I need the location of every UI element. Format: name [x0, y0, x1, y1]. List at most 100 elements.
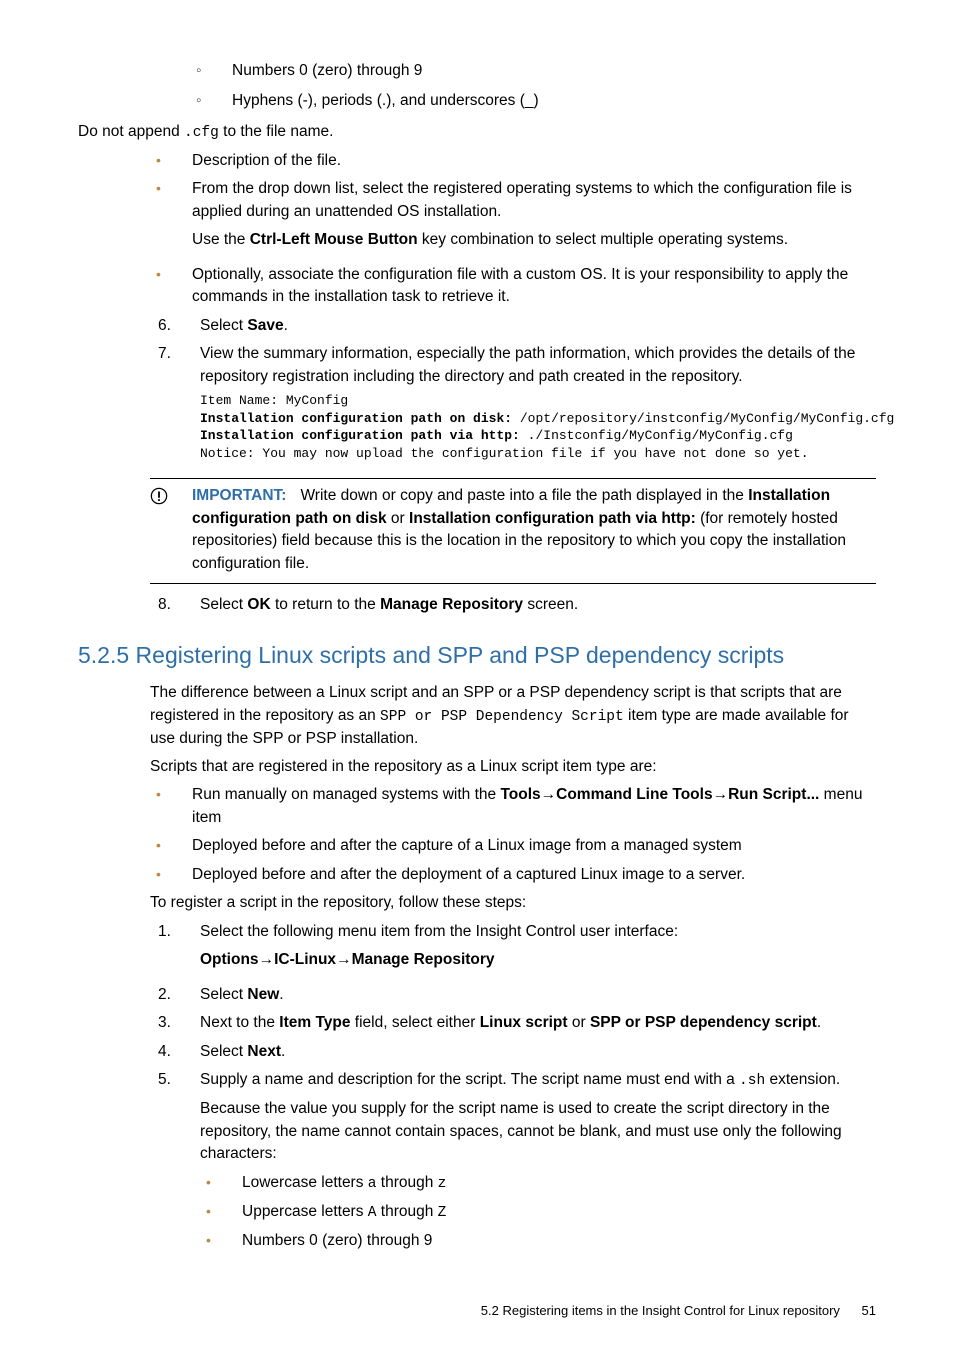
step-8: 8. Select OK to return to the Manage Rep… [150, 594, 876, 616]
ui-label: OK [247, 596, 270, 613]
arrow-icon: → [713, 786, 729, 803]
text: Select [200, 986, 247, 1003]
step-5: 5. Supply a name and description for the… [150, 1069, 876, 1258]
text: Select [200, 1043, 247, 1060]
list-item: Deployed before and after the capture of… [150, 835, 876, 857]
ui-label: Installation configuration path via http… [409, 510, 696, 527]
paragraph: The difference between a Linux script an… [150, 682, 876, 750]
text: Select [200, 317, 247, 334]
text: Optionally, associate the configuration … [192, 264, 876, 309]
important-body: IMPORTANT: Write down or copy and paste i… [192, 485, 876, 575]
script-types-list: Run manually on managed systems with the… [150, 784, 876, 886]
text: through [376, 1174, 437, 1191]
menu-path: Options→IC-Linux→Manage Repository [200, 949, 876, 971]
text: Deployed before and after the capture of… [192, 835, 876, 857]
code-inline: z [438, 1176, 447, 1192]
register-steps: 1. Select the following menu item from t… [150, 921, 876, 1258]
ui-label: Next [247, 1043, 281, 1060]
step-body: Next to the Item Type field, select eith… [200, 1012, 876, 1034]
arrow-icon: → [541, 786, 557, 803]
page-footer: 5.2 Registering items in the Insight Con… [78, 1302, 876, 1321]
ui-label: Item Type [279, 1014, 350, 1031]
text: Next to the [200, 1014, 279, 1031]
ui-label: Linux script [480, 1014, 568, 1031]
list-item: Deployed before and after the deployment… [150, 864, 876, 886]
steps-cont: 6. Select Save. 7. View the summary info… [150, 315, 876, 473]
code-inline: SPP or PSP Dependency Script [380, 709, 624, 725]
text: to return to the [271, 596, 380, 613]
text: key combination to select multiple opera… [418, 231, 788, 248]
text: Select the following menu item from the … [200, 923, 678, 940]
text: Deployed before and after the deployment… [192, 864, 876, 886]
page-number: 51 [862, 1303, 876, 1318]
list-item: Hyphens (-), periods (.), and underscore… [190, 90, 876, 112]
section-title: Registering Linux scripts and SPP and PS… [129, 642, 784, 668]
step-body: Select New. [200, 984, 876, 1006]
step-number: 4. [150, 1041, 200, 1063]
step-body: Select Next. [200, 1041, 876, 1063]
step-body: Supply a name and description for the sc… [200, 1069, 876, 1258]
text: . [281, 1043, 285, 1060]
section-number: 5.2.5 [78, 642, 129, 668]
text: Run manually on managed systems with the [192, 786, 500, 803]
step-2: 2. Select New. [150, 984, 876, 1006]
ui-label: Manage Repository [352, 951, 495, 968]
step-body: Select the following menu item from the … [200, 921, 876, 978]
text: Use the Ctrl-Left Mouse Button key combi… [192, 229, 876, 251]
list-item: Numbers 0 (zero) through 9 [190, 60, 876, 82]
step-1: 1. Select the following menu item from t… [150, 921, 876, 978]
steps-cont2: 8. Select OK to return to the Manage Rep… [150, 594, 876, 616]
sublist-chars: Numbers 0 (zero) through 9 Hyphens (-), … [190, 60, 876, 113]
important-label: IMPORTANT: [192, 487, 286, 504]
list-item: Uppercase letters A through Z [200, 1201, 876, 1224]
step-4: 4. Select Next. [150, 1041, 876, 1063]
code-inline: .sh [739, 1073, 765, 1089]
list-item: Run manually on managed systems with the… [150, 784, 876, 829]
paragraph: Because the value you supply for the scr… [200, 1098, 876, 1165]
text: through [376, 1203, 437, 1220]
text: Write down or copy and paste into a file… [300, 487, 748, 504]
text: or [568, 1014, 590, 1031]
paragraph: To register a script in the repository, … [150, 892, 876, 914]
step-number: 5. [150, 1069, 200, 1258]
step-number: 2. [150, 984, 200, 1006]
step-number: 3. [150, 1012, 200, 1034]
code-inline: .cfg [184, 125, 219, 141]
ui-label: Run Script... [728, 786, 819, 803]
text: Uppercase letters [242, 1203, 368, 1220]
text: to the file name. [219, 123, 334, 140]
text: Use the [192, 231, 250, 248]
list-item: Description of the file. [150, 150, 876, 172]
ui-label: Save [247, 317, 283, 334]
code-inline: Z [438, 1205, 447, 1221]
key-combo: Ctrl-Left Mouse Button [250, 231, 418, 248]
footer-text: 5.2 Registering items in the Insight Con… [481, 1303, 840, 1318]
step-body: Select OK to return to the Manage Reposi… [200, 594, 876, 616]
step-number: 6. [150, 315, 200, 337]
text: screen. [523, 596, 578, 613]
text: From the drop down list, select the regi… [192, 180, 852, 219]
step-body: Select Save. [200, 315, 876, 337]
important-note: IMPORTANT: Write down or copy and paste i… [150, 478, 876, 584]
text: Numbers 0 (zero) through 9 [242, 1230, 876, 1252]
step-7: 7. View the summary information, especia… [150, 343, 876, 472]
text: . [279, 986, 283, 1003]
text: Description of the file. [192, 150, 876, 172]
text: or [387, 510, 409, 527]
ui-label: SPP or PSP dependency script [590, 1014, 817, 1031]
step-3: 3. Next to the Item Type field, select e… [150, 1012, 876, 1034]
step-number: 8. [150, 594, 200, 616]
text: Hyphens (-), periods (.), and underscore… [232, 90, 876, 112]
ui-label: Manage Repository [380, 596, 523, 613]
code-block: Item Name: MyConfig Installation configu… [200, 392, 894, 462]
text: View the summary information, especially… [200, 345, 855, 384]
text: extension. [765, 1071, 840, 1088]
ui-label: New [247, 986, 279, 1003]
step-number: 7. [150, 343, 200, 472]
text: . [817, 1014, 821, 1031]
list-item: Optionally, associate the configuration … [150, 264, 876, 309]
char-rules-list: Lowercase letters a through z Uppercase … [200, 1172, 876, 1253]
arrow-icon: → [336, 951, 352, 968]
step-body: View the summary information, especially… [200, 343, 894, 472]
step-number: 1. [150, 921, 200, 978]
